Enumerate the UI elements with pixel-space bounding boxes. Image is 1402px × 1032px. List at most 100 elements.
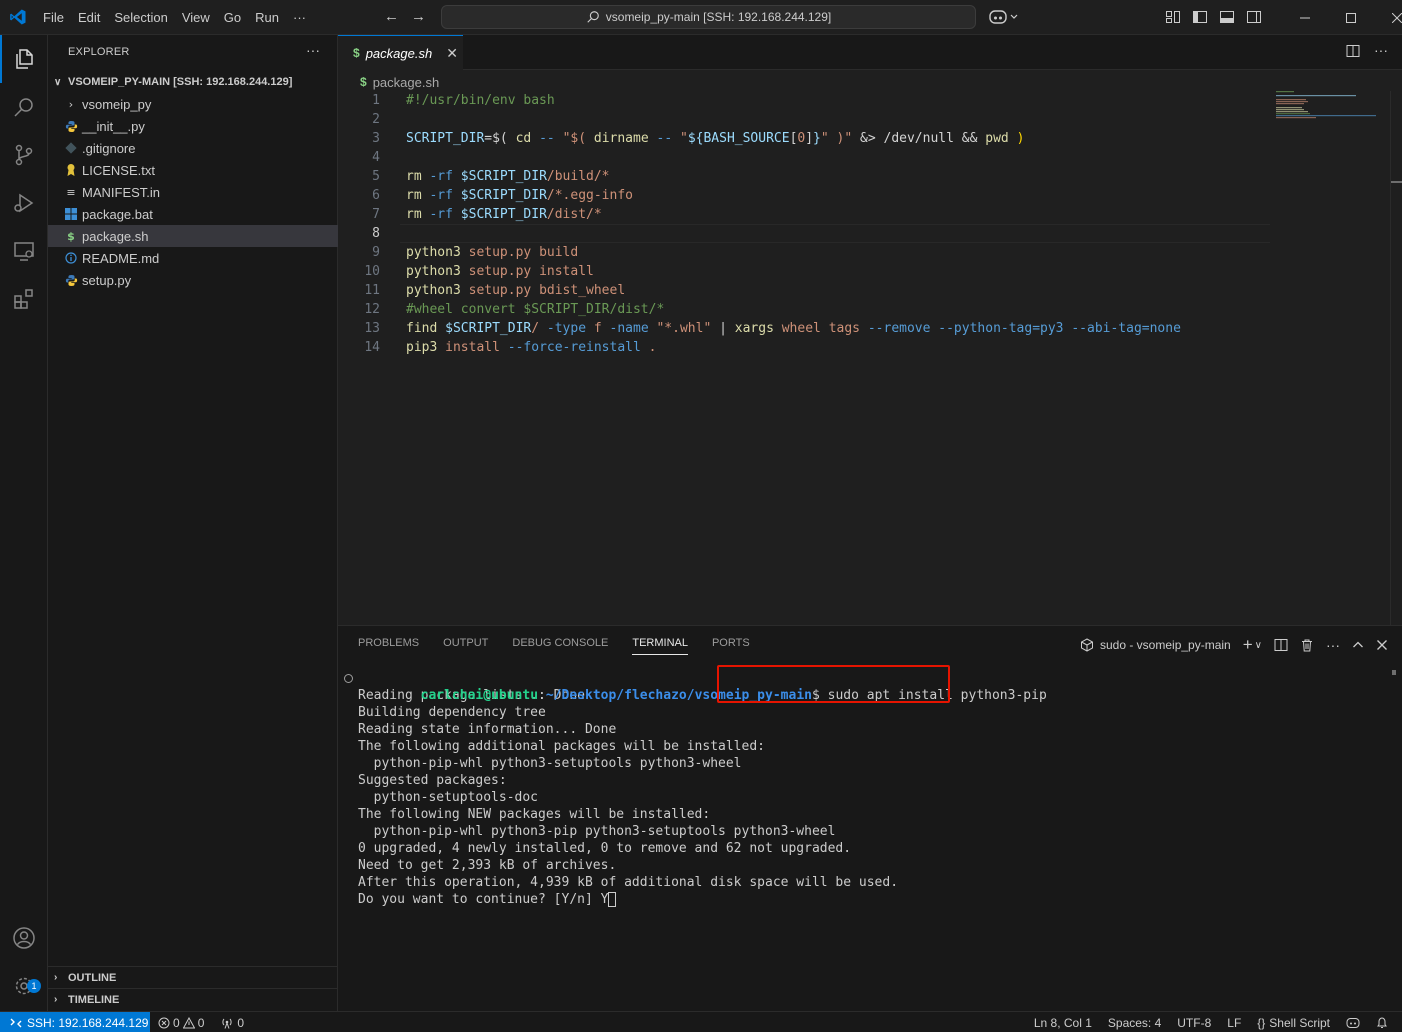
remote-icon bbox=[10, 1018, 22, 1027]
chevron-right-icon: › bbox=[68, 97, 74, 111]
explorer-button[interactable] bbox=[0, 35, 48, 83]
line-number: 13 bbox=[364, 321, 380, 336]
tree-item-manifest[interactable]: ≡ MANIFEST.in bbox=[48, 181, 338, 203]
tree-item-license[interactable]: LICENSE.txt bbox=[48, 159, 338, 181]
terminal-line: python-setuptools-doc bbox=[358, 790, 539, 805]
cursor-position[interactable]: Ln 8, Col 1 bbox=[1034, 1016, 1092, 1030]
ports-indicator[interactable]: 0 bbox=[220, 1016, 244, 1030]
code-line: 14 pip3 install --force-reinstall . bbox=[338, 338, 1278, 357]
copilot-status-icon[interactable] bbox=[1346, 1017, 1360, 1029]
menu-selection[interactable]: Selection bbox=[107, 0, 174, 35]
new-terminal-icon[interactable]: + bbox=[1243, 635, 1253, 655]
breadcrumb-file[interactable]: package.sh bbox=[373, 75, 440, 90]
menu-go[interactable]: Go bbox=[217, 0, 248, 35]
terminal-scrollbar[interactable] bbox=[1390, 670, 1402, 1010]
terminal-name[interactable]: sudo - vsomeip_py-main bbox=[1100, 638, 1231, 652]
tree-item-init-py[interactable]: __init__.py bbox=[48, 115, 338, 137]
warning-count: 0 bbox=[197, 1015, 205, 1030]
toggle-panel-icon[interactable] bbox=[1219, 9, 1235, 25]
accounts-button[interactable] bbox=[0, 914, 48, 962]
terminal-input-line: Do you want to continue? [Y/n] Y bbox=[358, 891, 1388, 908]
toggle-primary-sidebar-icon[interactable] bbox=[1192, 9, 1208, 25]
tab-terminal[interactable]: TERMINAL bbox=[632, 637, 688, 655]
maximize-button[interactable] bbox=[1328, 0, 1374, 35]
minimize-button[interactable] bbox=[1282, 0, 1328, 35]
command-decoration-icon[interactable] bbox=[344, 674, 353, 683]
terminal-line: Reading state information... Done bbox=[358, 722, 617, 737]
split-terminal-icon[interactable] bbox=[1274, 638, 1288, 652]
terminal-line: Suggested packages: bbox=[358, 773, 507, 788]
minimap[interactable] bbox=[1276, 91, 1386, 141]
tree-item-vsomeip-py[interactable]: › vsomeip_py bbox=[48, 93, 338, 115]
tab-ports[interactable]: PORTS bbox=[712, 637, 750, 655]
menu-edit[interactable]: Edit bbox=[71, 0, 107, 35]
tree-item-label: LICENSE.txt bbox=[82, 162, 155, 178]
source-control-button[interactable] bbox=[0, 131, 48, 179]
chevron-down-icon[interactable]: ∨ bbox=[1255, 640, 1262, 651]
file-tree: › vsomeip_py __init__.py .gitignore LICE… bbox=[48, 93, 338, 291]
run-debug-button[interactable] bbox=[0, 179, 48, 227]
terminal-line: Building dependency tree bbox=[358, 705, 546, 720]
line-number: 2 bbox=[372, 112, 380, 127]
menu-view[interactable]: View bbox=[175, 0, 217, 35]
timeline-section[interactable]: › TIMELINE bbox=[48, 988, 338, 1010]
close-window-button[interactable] bbox=[1374, 0, 1402, 35]
remote-indicator[interactable]: SSH: 192.168.244.129 bbox=[0, 1012, 150, 1032]
copilot-icon[interactable] bbox=[988, 8, 1022, 26]
close-icon[interactable]: ✕ bbox=[446, 45, 458, 62]
extensions-button[interactable] bbox=[0, 275, 48, 323]
workspace-folder-header[interactable]: ∨ VSOMEIP_PY-MAIN [SSH: 192.168.244.129] bbox=[48, 71, 338, 93]
manage-badge: 1 bbox=[27, 979, 41, 993]
forward-arrow-icon[interactable]: → bbox=[411, 8, 426, 25]
title-bar: File Edit Selection View Go Run ··· ← → … bbox=[0, 0, 1402, 35]
tree-item-readme[interactable]: README.md bbox=[48, 247, 338, 269]
tree-item-package-bat[interactable]: package.bat bbox=[48, 203, 338, 225]
bell-icon[interactable] bbox=[1376, 1016, 1388, 1029]
line-number: 5 bbox=[372, 169, 380, 184]
chevron-right-icon: › bbox=[54, 972, 58, 983]
remote-explorer-button[interactable] bbox=[0, 227, 48, 275]
window-controls bbox=[1282, 0, 1402, 35]
command-center-search[interactable]: vsomeip_py-main [SSH: 192.168.244.129] bbox=[441, 5, 976, 29]
tree-item-setup-py[interactable]: setup.py bbox=[48, 269, 338, 291]
trash-icon[interactable] bbox=[1300, 638, 1314, 652]
menu-run[interactable]: Run bbox=[248, 0, 286, 35]
search-text: vsomeip_py-main [SSH: 192.168.244.129] bbox=[605, 10, 832, 24]
end-of-line[interactable]: LF bbox=[1227, 1016, 1241, 1030]
menu-file[interactable]: File bbox=[36, 0, 71, 35]
tab-output[interactable]: OUTPUT bbox=[443, 637, 488, 655]
language-mode[interactable]: {} Shell Script bbox=[1257, 1016, 1330, 1030]
problems-indicator[interactable]: 0 0 bbox=[158, 1016, 204, 1030]
python-icon bbox=[62, 272, 80, 288]
close-panel-icon[interactable] bbox=[1376, 639, 1388, 651]
indentation[interactable]: Spaces: 4 bbox=[1108, 1016, 1161, 1030]
encoding[interactable]: UTF-8 bbox=[1177, 1016, 1211, 1030]
toggle-secondary-sidebar-icon[interactable] bbox=[1246, 9, 1262, 25]
menu-more[interactable]: ··· bbox=[286, 0, 313, 35]
explorer-more-button[interactable]: ··· bbox=[306, 42, 320, 58]
customize-layout-icon[interactable] bbox=[1165, 9, 1181, 25]
code-editor[interactable]: 1 #!/usr/bin/env bash 2 3 SCRIPT_DIR=$( cd… bbox=[338, 91, 1278, 357]
search-view-button[interactable] bbox=[0, 83, 48, 131]
outline-section[interactable]: › OUTLINE bbox=[48, 966, 338, 988]
manage-button[interactable]: 1 bbox=[0, 962, 48, 1010]
tree-item-package-sh[interactable]: $ package.sh bbox=[48, 225, 338, 247]
warning-icon bbox=[182, 1016, 195, 1028]
tab-debug-console[interactable]: DEBUG CONSOLE bbox=[512, 637, 608, 655]
prompt-user: carlchai@ubuntu bbox=[420, 688, 539, 703]
tab-package-sh[interactable]: $ package.sh ✕ bbox=[338, 35, 463, 70]
maximize-panel-icon[interactable] bbox=[1352, 639, 1364, 651]
terminal-line: Need to get 2,393 kB of archives. bbox=[358, 858, 617, 873]
editor-scrollbar[interactable] bbox=[1390, 91, 1402, 625]
tab-problems[interactable]: PROBLEMS bbox=[358, 637, 419, 655]
panel-more-icon[interactable]: ··· bbox=[1326, 637, 1340, 653]
layout-controls bbox=[1165, 9, 1262, 25]
chevron-right-icon: › bbox=[54, 994, 58, 1005]
terminal-output[interactable]: carlchai@ubuntu:~/Desktop/flechazo/vsome… bbox=[344, 670, 1388, 908]
tree-item-gitignore[interactable]: .gitignore bbox=[48, 137, 338, 159]
split-editor-icon[interactable] bbox=[1346, 44, 1360, 58]
editor-tabs: $ package.sh ✕ ··· bbox=[338, 35, 1402, 70]
back-arrow-icon[interactable]: ← bbox=[384, 8, 399, 25]
activity-bar: 1 bbox=[0, 35, 48, 1011]
editor-more-icon[interactable]: ··· bbox=[1374, 43, 1388, 58]
